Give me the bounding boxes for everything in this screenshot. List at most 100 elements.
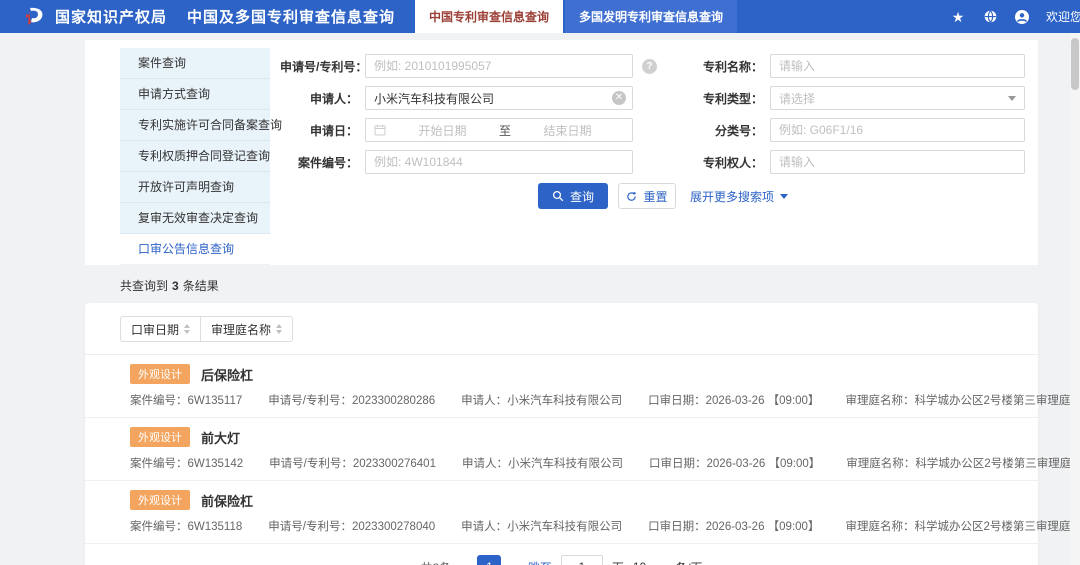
case-no-value: 6W135118 [187, 521, 243, 533]
expand-more-label: 展开更多搜索项 [690, 189, 775, 204]
result-title[interactable]: 后保险杠 [201, 365, 253, 384]
patent-type-badge: 外观设计 [130, 427, 190, 447]
results-card: 口审日期 审理庭名称 外观设计 后保险杠 案件编号：6W135117 申请号/专… [85, 303, 1080, 565]
clear-input-icon[interactable]: ✕ [612, 91, 626, 105]
oral-date-value: 2026-03-26 【09:00】 [706, 458, 821, 470]
prev-page-button[interactable]: ‹ [460, 561, 468, 565]
summary-prefix: 共查询到 [120, 279, 169, 293]
scrollbar-thumb[interactable] [1071, 38, 1079, 90]
search-button-label: 查询 [569, 189, 594, 204]
user-account-icon[interactable] [1014, 9, 1030, 25]
patentee-label: 专利权人： [702, 155, 763, 170]
case-number-input[interactable] [365, 150, 633, 174]
org-name: 国家知识产权局 [55, 9, 168, 26]
sidebar-item-open-license-query[interactable]: 开放许可声明查询 [120, 172, 270, 203]
oral-date-value: 2026-03-26 【09:00】 [705, 395, 820, 407]
page-button-1[interactable]: 1 [477, 555, 502, 565]
result-title[interactable]: 前大灯 [201, 428, 240, 447]
filing-date-range[interactable]: 开始日期 至 结束日期 [365, 118, 633, 142]
summary-count: 3 [172, 279, 179, 293]
summary-suffix: 条结果 [182, 279, 219, 293]
search-icon [552, 190, 564, 202]
applicant-label: 申请人： [461, 395, 508, 407]
sort-button-court-name[interactable]: 审理庭名称 [200, 316, 294, 342]
reset-button-label: 重置 [643, 189, 668, 204]
sidebar-item-pledge-registration-query[interactable]: 专利权质押合同登记查询 [120, 141, 270, 172]
patent-type-label: 专利类型： [702, 91, 763, 106]
jump-to-label: 跳至 [528, 559, 552, 565]
oral-date-label: 口审日期： [648, 521, 706, 533]
app-no-value: 2023300280286 [351, 395, 436, 407]
case-no-value: 6W135117 [187, 395, 243, 407]
sort-arrows-icon [276, 324, 283, 334]
globe-language-icon[interactable] [982, 9, 998, 25]
patent-name-label: 专利名称： [702, 59, 763, 74]
favorite-star-icon[interactable]: ★ [950, 9, 966, 25]
result-row[interactable]: 外观设计 后保险杠 案件编号：6W135117 申请号/专利号：20233002… [85, 355, 1080, 418]
form-actions: 查询 重置 展开更多搜索项 [538, 183, 1025, 209]
next-page-button[interactable]: › [510, 561, 518, 565]
app-no-label: 申请号/专利号： [269, 458, 353, 470]
patent-type-value: 请选择 [779, 91, 816, 106]
refresh-icon [627, 191, 637, 201]
application-number-input[interactable] [365, 54, 633, 78]
court-label: 审理庭名称： [845, 395, 915, 407]
expand-more-link[interactable]: 展开更多搜索项 [690, 188, 789, 205]
calendar-icon [374, 124, 386, 136]
header-tabs: 中国专利审查信息查询 多国发明专利审查信息查询 [415, 0, 738, 33]
jump-page-input[interactable] [560, 555, 603, 565]
result-row[interactable]: 外观设计 前保险杠 案件编号：6W135118 申请号/专利号：20233002… [85, 481, 1080, 544]
page-size-select[interactable]: 10 [633, 560, 667, 565]
applicant-value: 小米汽车科技有限公司 [507, 395, 623, 407]
court-value: 科学城办公区2号楼第三审理庭（仅现场审理） [914, 521, 1080, 533]
top-header: 国家知识产权局 中国及多国专利审查信息查询 中国专利审查信息查询 多国发明专利审… [0, 0, 1080, 33]
filing-date-label: 申请日： [309, 123, 358, 138]
result-title[interactable]: 前保险杠 [201, 491, 253, 510]
sidebar-item-case-query[interactable]: 案件查询 [120, 48, 270, 79]
class-number-input[interactable] [770, 118, 1025, 142]
sidebar-item-reexam-decision-query[interactable]: 复审无效审查决定查询 [120, 203, 270, 234]
court-label: 审理庭名称： [845, 521, 915, 533]
result-summary: 共查询到 3 条结果 [120, 277, 1080, 293]
patentee-input[interactable] [770, 150, 1025, 174]
page-size-value: 10 [633, 560, 646, 565]
app-no-value: 2023300276401 [352, 458, 436, 470]
application-number-label: 申请号/专利号： [280, 59, 368, 74]
oral-date-label: 口审日期： [648, 458, 707, 470]
tab-multi-country-invention-query[interactable]: 多国发明专利审查信息查询 [565, 0, 738, 33]
reset-button[interactable]: 重置 [618, 183, 676, 209]
date-separator: 至 [499, 123, 512, 138]
sidebar-item-license-filing-query[interactable]: 专利实施许可合同备案查询 [120, 110, 282, 141]
result-row[interactable]: 外观设计 前大灯 案件编号：6W135142 申请号/专利号：202330027… [85, 418, 1080, 481]
case-number-label: 案件编号： [297, 155, 358, 170]
court-label: 审理庭名称： [846, 458, 916, 470]
patent-type-badge: 外观设计 [130, 364, 190, 384]
chevron-down-icon [1008, 95, 1016, 101]
applicant-label: 申请人： [461, 521, 508, 533]
court-value: 科学城办公区2号楼第三审理庭（仅现场审理） [915, 458, 1080, 470]
search-form: 申请号/专利号： ? 专利名称： 申请人： ✕ 专利类型： 请选择 [280, 54, 1025, 209]
patent-type-select[interactable]: 请选择 [770, 86, 1025, 110]
sort-bar: 口审日期 审理庭名称 [85, 303, 1038, 355]
sort-court-label: 审理庭名称 [211, 322, 272, 337]
class-number-label: 分类号： [714, 123, 763, 138]
end-date-placeholder: 结束日期 [543, 123, 592, 138]
total-count: 共3条 [420, 559, 451, 565]
case-no-value: 6W135142 [187, 458, 244, 470]
sort-arrows-icon [184, 324, 191, 334]
sidebar-item-application-method-query[interactable]: 申请方式查询 [120, 79, 270, 110]
header-actions: ★ 欢迎您, [950, 8, 1080, 25]
search-button[interactable]: 查询 [538, 183, 608, 209]
cnipa-logo-icon [26, 7, 43, 25]
patent-name-input[interactable] [770, 54, 1025, 78]
chevron-down-icon [780, 193, 789, 199]
tab-china-patent-query[interactable]: 中国专利审查信息查询 [415, 0, 564, 33]
pagination: 共3条 ‹ 1 › 跳至 页 10 条/页 [85, 544, 1038, 565]
sidebar-item-oral-hearing-query[interactable]: 口审公告信息查询 [120, 234, 270, 265]
page-size-unit-label: 条/页 [675, 559, 702, 565]
vertical-scrollbar[interactable] [1070, 33, 1080, 565]
sort-button-oral-hearing-date[interactable]: 口审日期 [120, 316, 202, 342]
oral-date-label: 口审日期： [648, 395, 706, 407]
applicant-input[interactable] [365, 86, 633, 110]
help-icon[interactable]: ? [642, 58, 657, 74]
